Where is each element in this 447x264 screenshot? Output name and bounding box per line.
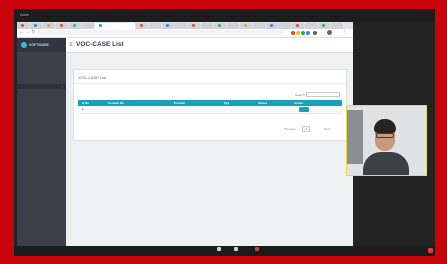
participant-hair <box>374 119 396 133</box>
tab-favicon-icon <box>140 24 143 27</box>
tab-favicon-icon <box>218 24 221 27</box>
tab-favicon-icon <box>34 24 37 27</box>
search-input[interactable] <box>306 92 340 97</box>
participant-video[interactable] <box>346 105 427 176</box>
browser-toolbar: ← → ↻ ⋮ <box>17 29 353 38</box>
google-red-icon[interactable] <box>291 31 295 35</box>
video-background-shelf <box>347 110 363 164</box>
previous-page-button[interactable]: Previous <box>284 126 296 132</box>
share-screen-button[interactable] <box>252 247 262 255</box>
table-row: 1 <box>78 106 342 114</box>
browser-tab-strip <box>17 22 353 29</box>
search-label: Search: <box>295 93 306 97</box>
tab-favicon-icon <box>244 24 247 27</box>
forward-arrow-icon[interactable]: → <box>25 30 30 35</box>
tab-favicon-icon <box>73 24 76 27</box>
hamburger-menu-icon[interactable]: ≡ <box>69 41 73 49</box>
google-green-icon[interactable] <box>301 31 305 35</box>
video-icon <box>234 247 238 251</box>
card-title: VOC-CASE List <box>78 75 107 80</box>
participant-glasses <box>376 133 394 138</box>
tab-favicon-icon <box>47 24 50 27</box>
tab-favicon-icon <box>296 24 299 27</box>
sidebar-item[interactable] <box>17 70 66 75</box>
logo-text: SOFTWARE <box>29 43 49 47</box>
mic-icon <box>217 247 221 251</box>
voc-case-card: VOC-CASE List Search: S.No Contact No Pr… <box>73 69 347 141</box>
share-screen-icon <box>255 247 259 251</box>
voc-case-table: S.No Contact No Product Qty Status Actio… <box>78 100 342 114</box>
extension-puzzle-icon[interactable] <box>313 31 317 35</box>
sidebar-item-active[interactable]: › <box>17 84 66 89</box>
address-bar[interactable] <box>37 30 283 35</box>
tab-favicon-icon <box>166 24 169 27</box>
tab-favicon-icon <box>99 24 102 27</box>
meeting-window: Zoom ← → ↻ ⋮ SOFTWARE ≡ VOC-CASE List › … <box>14 9 435 256</box>
sidebar-item[interactable] <box>17 77 66 82</box>
back-arrow-icon[interactable]: ← <box>19 30 24 35</box>
participant-shirt <box>363 152 409 175</box>
tab-favicon-icon <box>322 24 325 27</box>
web-page: SOFTWARE ≡ VOC-CASE List › VOC-CASE List… <box>17 38 353 246</box>
sidebar: › <box>17 52 66 246</box>
tab-favicon-icon <box>270 24 273 27</box>
meeting-app-label: Zoom <box>20 13 29 17</box>
app-logo[interactable]: SOFTWARE <box>17 38 66 52</box>
page-footer <box>66 228 353 238</box>
meeting-controls <box>14 246 435 256</box>
end-meeting-button[interactable] <box>428 248 433 253</box>
reload-icon[interactable]: ↻ <box>31 30 36 35</box>
card-divider <box>74 83 346 84</box>
table-cell: 1 <box>82 107 84 111</box>
google-yellow-icon[interactable] <box>296 31 300 35</box>
mute-button[interactable] <box>214 247 224 255</box>
tab-favicon-icon <box>21 24 24 27</box>
video-button[interactable] <box>231 247 241 255</box>
next-page-button[interactable]: Next <box>324 126 330 132</box>
profile-avatar[interactable] <box>327 30 332 35</box>
pagination: Previous 1 Next <box>284 126 344 132</box>
page-title: VOC-CASE List <box>76 41 124 48</box>
google-blue-icon[interactable] <box>306 31 310 35</box>
tab-favicon-icon <box>60 24 63 27</box>
view-button[interactable] <box>299 107 309 112</box>
browser-menu-icon[interactable]: ⋮ <box>342 30 347 35</box>
logo-mark-icon <box>21 42 27 48</box>
chevron-right-icon: › <box>62 84 63 88</box>
meeting-top-bar: Zoom <box>14 9 435 22</box>
page-number-button[interactable]: 1 <box>302 126 310 132</box>
app-header: SOFTWARE ≡ VOC-CASE List <box>17 38 353 53</box>
tab-favicon-icon <box>192 24 195 27</box>
